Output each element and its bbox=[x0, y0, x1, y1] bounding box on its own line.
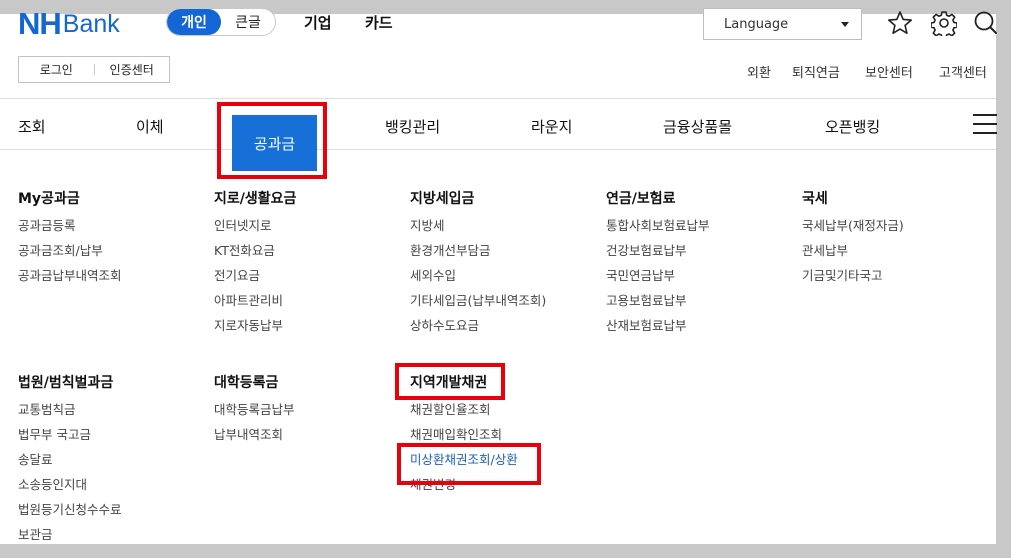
language-select[interactable]: Language bbox=[703, 8, 862, 40]
menu-col-national-tax: 국세 국세납부(재정자금) 관세납부 기금및기타국고 bbox=[802, 189, 904, 292]
menu-item[interactable]: 교통범칙금 bbox=[18, 401, 122, 426]
link-card[interactable]: 카드 bbox=[365, 12, 393, 33]
login-button[interactable]: 로그인 bbox=[19, 61, 94, 78]
nav-inquiry[interactable]: 조회 bbox=[18, 116, 46, 137]
hamburger-menu-icon[interactable] bbox=[973, 114, 997, 134]
menu-item[interactable]: 산재보험료납부 bbox=[606, 317, 710, 342]
menu-item[interactable]: 지방세 bbox=[410, 217, 546, 242]
menu-col-title: 대학등록금 bbox=[214, 375, 279, 391]
menu-col-title: 국세 bbox=[802, 191, 828, 207]
menu-col-local-tax: 지방세입금 지방세 환경개선부담금 세외수입 기타세입금(납부내역조회) 상하수… bbox=[410, 189, 546, 342]
menu-item[interactable]: 전기요금 bbox=[214, 267, 296, 292]
menu-item[interactable]: 채권할인율조회 bbox=[410, 401, 518, 426]
menu-col-giro: 지로/생활요금 인터넷지로 KT전화요금 전기요금 아파트관리비 지로자동납부 bbox=[214, 189, 296, 342]
menu-col-title: 연금/보험료 bbox=[606, 191, 676, 207]
screenshot-frame-bottom bbox=[0, 544, 1011, 558]
menu-item[interactable]: KT전화요금 bbox=[214, 242, 296, 267]
menu-item[interactable]: 대학등록금납부 bbox=[214, 401, 295, 426]
menu-item[interactable]: 환경개선부담금 bbox=[410, 242, 546, 267]
segment-bigtext[interactable]: 큰글 bbox=[221, 9, 275, 35]
login-cert-box: 로그인 인증센터 bbox=[18, 56, 170, 83]
highlight-box-bond-item bbox=[397, 443, 541, 485]
search-icon[interactable] bbox=[973, 10, 999, 36]
menu-item[interactable]: 세외수입 bbox=[410, 267, 546, 292]
menu-item[interactable]: 국민연금납부 bbox=[606, 267, 710, 292]
menu-item[interactable]: 기타세입금(납부내역조회) bbox=[410, 292, 546, 317]
segment-personal[interactable]: 개인 bbox=[167, 9, 221, 35]
menu-item[interactable]: 관세납부 bbox=[802, 242, 904, 267]
menu-col-title: 법원/범칙벌과금 bbox=[18, 375, 114, 391]
link-retirement-pension[interactable]: 퇴직연금 bbox=[792, 62, 840, 81]
highlight-box-bond-title bbox=[395, 363, 505, 400]
nav-transfer[interactable]: 이체 bbox=[136, 116, 164, 137]
link-corporate[interactable]: 기업 bbox=[304, 12, 332, 33]
star-icon[interactable] bbox=[887, 10, 913, 36]
menu-col-title: 지로/생활요금 bbox=[214, 191, 297, 207]
link-foreign-exchange[interactable]: 외환 bbox=[747, 62, 771, 81]
nav-banking-management[interactable]: 뱅킹관리 bbox=[385, 116, 440, 137]
menu-col-pension-insurance: 연금/보험료 통합사회보험료납부 건강보험료납부 국민연금납부 고용보험료납부 … bbox=[606, 189, 710, 342]
logo-bank-text: Bank bbox=[62, 9, 120, 38]
menu-col-my-bills: My공과금 공과금등록 공과금조회/납부 공과금납부내역조회 bbox=[18, 189, 122, 292]
nav-financial-mall[interactable]: 금융상품몰 bbox=[663, 116, 732, 137]
menu-item[interactable]: 공과금등록 bbox=[18, 217, 122, 242]
menu-item[interactable]: 법무부 국고금 bbox=[18, 426, 122, 451]
menu-item[interactable]: 인터넷지로 bbox=[214, 217, 296, 242]
menu-item[interactable]: 공과금조회/납부 bbox=[18, 242, 122, 267]
link-customer-center[interactable]: 고객센터 bbox=[939, 62, 987, 81]
menu-col-title: My공과금 bbox=[18, 191, 80, 207]
menu-item[interactable]: 아파트관리비 bbox=[214, 292, 296, 317]
gear-icon[interactable] bbox=[931, 10, 957, 36]
screenshot-frame-right bbox=[996, 0, 1011, 558]
menu-col-title: 지방세입금 bbox=[410, 191, 475, 207]
menu-item[interactable]: 고용보험료납부 bbox=[606, 292, 710, 317]
nh-bank-logo[interactable]: NH Bank bbox=[18, 6, 120, 41]
nav-divider-top bbox=[0, 98, 996, 99]
menu-col-court-fines: 법원/범칙벌과금 교통범칙금 법무부 국고금 송달료 소송등인지대 법원등기신청… bbox=[18, 373, 122, 551]
language-label: Language bbox=[724, 16, 789, 32]
nav-open-banking[interactable]: 오픈뱅킹 bbox=[825, 116, 880, 137]
chevron-down-icon bbox=[841, 21, 849, 27]
menu-item[interactable]: 보관금 bbox=[18, 526, 122, 551]
link-security-center[interactable]: 보안센터 bbox=[865, 62, 913, 81]
menu-item[interactable]: 통합사회보험료납부 bbox=[606, 217, 710, 242]
menu-item[interactable]: 공과금납부내역조회 bbox=[18, 267, 122, 292]
menu-item[interactable]: 법원등기신청수수료 bbox=[18, 501, 122, 526]
menu-item[interactable]: 납부내역조회 bbox=[214, 426, 295, 451]
menu-item[interactable]: 지로자동납부 bbox=[214, 317, 296, 342]
highlight-box-nav bbox=[217, 102, 327, 179]
menu-item[interactable]: 국세납부(재정자금) bbox=[802, 217, 904, 242]
menu-col-tuition: 대학등록금 대학등록금납부 납부내역조회 bbox=[214, 373, 295, 451]
menu-item[interactable]: 상하수도요금 bbox=[410, 317, 546, 342]
nav-divider-bottom bbox=[0, 149, 996, 150]
nav-lounge[interactable]: 라운지 bbox=[531, 116, 572, 137]
logo-nh-text: NH bbox=[18, 6, 62, 41]
menu-item[interactable]: 기금및기타국고 bbox=[802, 267, 904, 292]
menu-item[interactable]: 소송등인지대 bbox=[18, 476, 122, 501]
personal-bigtext-toggle: 개인 큰글 bbox=[166, 8, 276, 36]
menu-item[interactable]: 송달료 bbox=[18, 451, 122, 476]
cert-center-button[interactable]: 인증센터 bbox=[95, 61, 170, 78]
menu-item[interactable]: 건강보험료납부 bbox=[606, 242, 710, 267]
